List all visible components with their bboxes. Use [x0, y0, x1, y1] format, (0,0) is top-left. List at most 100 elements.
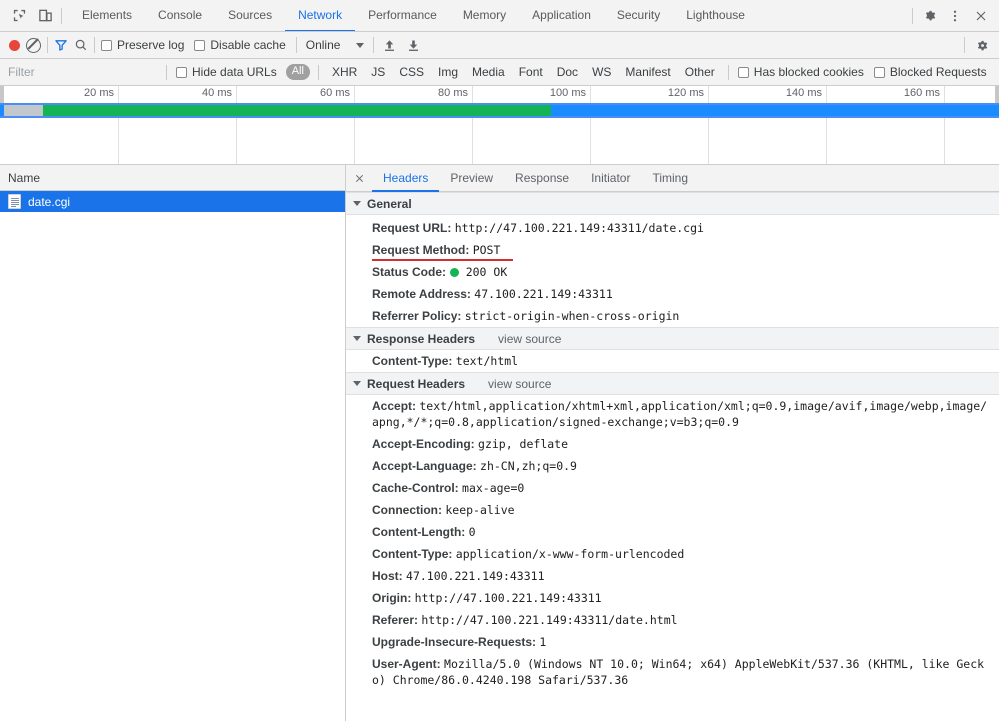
close-icon[interactable]: [346, 165, 372, 191]
gridline: [590, 86, 591, 164]
type-filter-media[interactable]: Media: [465, 65, 512, 79]
gear-icon[interactable]: [916, 3, 942, 29]
type-filter-css[interactable]: CSS: [392, 65, 431, 79]
table-row[interactable]: date.cgi: [0, 191, 345, 212]
type-filter-ws[interactable]: WS: [585, 65, 618, 79]
network-toolbar: Preserve log Disable cache Online: [0, 32, 999, 59]
overview-window-handle-left[interactable]: [0, 86, 4, 103]
header-name: Accept-Encoding:: [372, 437, 475, 451]
header-value: 1: [539, 635, 547, 649]
header-row-host: Host: 47.100.221.149:43311: [346, 565, 999, 587]
chevron-down-icon: [353, 201, 361, 206]
section-header-general[interactable]: General: [346, 192, 999, 215]
blocked-requests-checkbox[interactable]: Blocked Requests: [871, 65, 994, 79]
toolbar-divider: [47, 37, 48, 53]
type-filter-img[interactable]: Img: [431, 65, 465, 79]
has-blocked-cookies-checkbox[interactable]: Has blocked cookies: [735, 65, 871, 79]
filter-toggle-button[interactable]: [51, 34, 71, 56]
search-icon: [75, 39, 87, 51]
tab-lighthouse[interactable]: Lighthouse: [673, 0, 758, 31]
filter-input[interactable]: [0, 59, 160, 85]
gridline: [944, 86, 945, 164]
network-overview-timeline[interactable]: 20 ms 40 ms 60 ms 80 ms 100 ms 120 ms 14…: [0, 86, 999, 165]
overview-window-handle-right[interactable]: [995, 86, 999, 103]
detail-tab-list: Headers Preview Response Initiator Timin…: [346, 165, 999, 192]
header-row-content-length: Content-Length: 0: [346, 521, 999, 543]
tab-label: Timing: [652, 170, 689, 185]
hide-data-urls-label: Hide data URLs: [192, 65, 277, 79]
overview-segment-loading: [43, 105, 551, 116]
inspect-element-icon[interactable]: [6, 3, 32, 29]
view-source-link[interactable]: view source: [498, 332, 561, 346]
header-row-referrer-policy: Referrer Policy: strict-origin-when-cros…: [346, 305, 999, 327]
header-row-referer: Referer: http://47.100.221.149:43311/dat…: [346, 609, 999, 631]
import-har-button[interactable]: [377, 34, 401, 56]
tab-security[interactable]: Security: [604, 0, 673, 31]
gridline: [472, 86, 473, 164]
close-icon[interactable]: [968, 3, 994, 29]
timeline-tick-label: 120 ms: [667, 87, 704, 99]
header-row-content-type: Content-Type: text/html: [346, 350, 999, 372]
preserve-log-checkbox[interactable]: Preserve log: [98, 38, 191, 52]
disable-cache-label: Disable cache: [210, 38, 286, 52]
device-toolbar-icon[interactable]: [32, 3, 58, 29]
section-header-response-headers[interactable]: Response Headers view source: [346, 327, 999, 350]
header-row-cache-control: Cache-Control: max-age=0: [346, 477, 999, 499]
header-value: text/html: [455, 354, 519, 368]
tabbar-left-icons: [0, 0, 69, 31]
headers-content: General Request URL: http://47.100.221.1…: [346, 192, 999, 721]
clear-icon: [26, 37, 41, 53]
header-value: 200 OK: [465, 265, 508, 279]
tab-sources[interactable]: Sources: [215, 0, 285, 31]
type-filter-all[interactable]: All: [285, 64, 310, 80]
devtools-window: Elements Console Sources Network Perform…: [0, 0, 999, 721]
tab-response[interactable]: Response: [504, 165, 580, 192]
header-name: Status Code:: [372, 265, 447, 279]
status-badge: [450, 268, 460, 277]
devtools-tabbar: Elements Console Sources Network Perform…: [0, 0, 999, 32]
tab-network[interactable]: Network: [285, 0, 356, 31]
tab-performance[interactable]: Performance: [355, 0, 450, 31]
tab-console[interactable]: Console: [145, 0, 215, 31]
request-list-header[interactable]: Name: [0, 165, 345, 191]
tab-initiator[interactable]: Initiator: [580, 165, 641, 192]
hide-data-urls-checkbox[interactable]: Hide data URLs: [173, 65, 284, 79]
tab-application[interactable]: Application: [519, 0, 604, 31]
timeline-tick-label: 140 ms: [785, 87, 822, 99]
timeline-tick-label: 160 ms: [903, 87, 940, 99]
type-filter-js[interactable]: JS: [364, 65, 392, 79]
search-button[interactable]: [71, 34, 91, 56]
view-source-link[interactable]: view source: [488, 377, 551, 391]
tab-headers[interactable]: Headers: [372, 165, 440, 192]
throttling-dropdown[interactable]: Online: [300, 38, 371, 52]
network-settings-button[interactable]: [968, 32, 994, 58]
timeline-tick-label: 80 ms: [438, 87, 468, 99]
section-title: General: [367, 196, 412, 211]
type-filter-xhr[interactable]: XHR: [325, 65, 364, 79]
timeline-tick-label: 60 ms: [320, 87, 350, 99]
kebab-menu-icon[interactable]: [942, 3, 968, 29]
type-filter-manifest[interactable]: Manifest: [618, 65, 677, 79]
toolbar-divider: [317, 64, 319, 80]
disable-cache-checkbox[interactable]: Disable cache: [191, 38, 292, 52]
type-filter-doc[interactable]: Doc: [550, 65, 585, 79]
header-name: Connection:: [372, 503, 442, 517]
gridline: [236, 86, 237, 164]
annotation-underline: [372, 259, 513, 261]
tab-preview[interactable]: Preview: [439, 165, 504, 192]
header-name: User-Agent:: [372, 657, 441, 671]
general-rows: Request URL: http://47.100.221.149:43311…: [346, 215, 999, 327]
checkbox-box: [737, 66, 749, 78]
tab-timing[interactable]: Timing: [641, 165, 699, 192]
clear-button[interactable]: [23, 34, 44, 56]
type-filter-font[interactable]: Font: [512, 65, 550, 79]
tab-memory[interactable]: Memory: [450, 0, 519, 31]
tab-elements[interactable]: Elements: [69, 0, 145, 31]
export-har-button[interactable]: [401, 34, 425, 56]
record-button[interactable]: [6, 34, 23, 56]
overview-segment-stalled: [4, 105, 43, 116]
type-filter-other[interactable]: Other: [678, 65, 722, 79]
section-header-request-headers[interactable]: Request Headers view source: [346, 372, 999, 395]
header-name: Request Method:: [372, 243, 470, 257]
header-value: gzip, deflate: [478, 437, 569, 451]
